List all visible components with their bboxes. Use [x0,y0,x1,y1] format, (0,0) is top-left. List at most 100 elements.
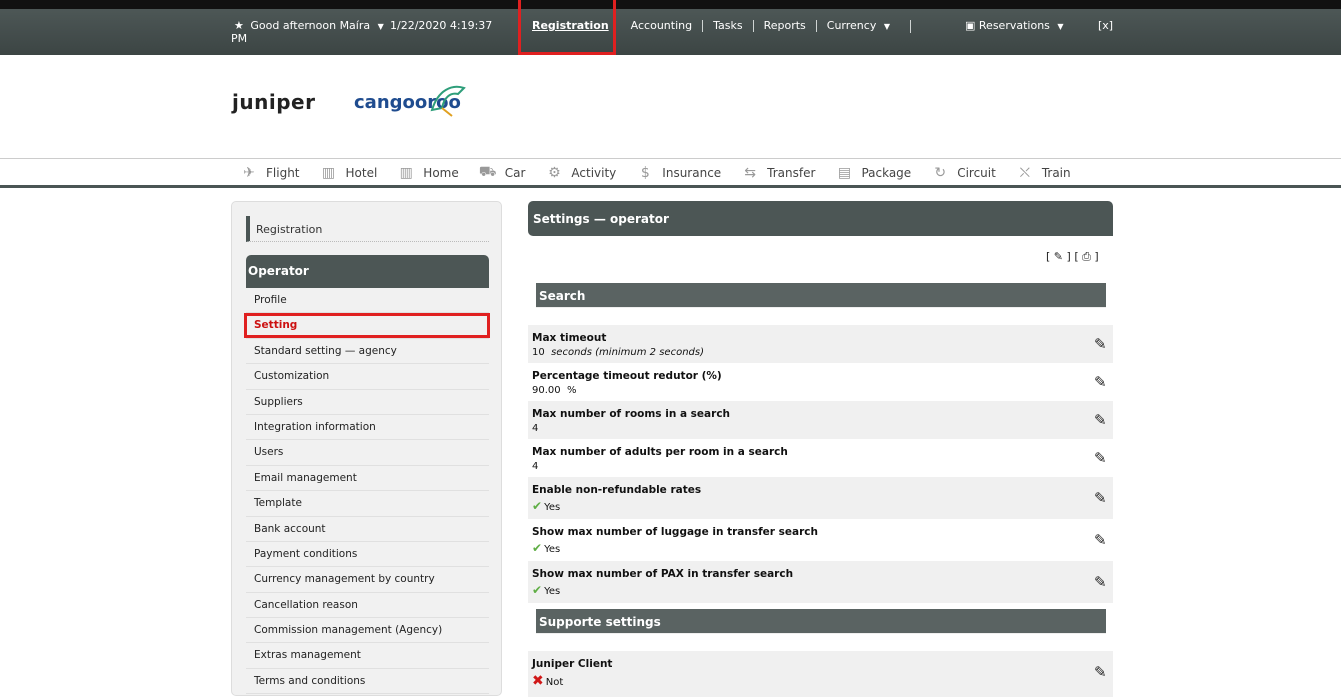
product-label: Activity [571,166,617,180]
product-circuit[interactable]: ↻ Circuit [931,164,996,182]
sidebar-item-suppliers[interactable]: Suppliers [246,390,489,415]
setting-row: Max timeout 10 seconds (minimum 2 second… [528,325,1113,363]
settings-panel: Search Max timeout 10 seconds (minimum 2… [528,277,1113,697]
setting-value: Not [545,677,564,688]
printer-icon: ⎙ [1082,250,1091,263]
sidebar-item-customization[interactable]: Customization [246,364,489,390]
setting-title: Max number of adults per room in a searc… [532,446,788,458]
sidebar-menu: Profile Setting Standard setting — agenc… [246,288,489,695]
sidebar-item-commission-management[interactable]: Commission management (Agency) [246,618,489,644]
product-nav: ✈ Flight ▥ Hotel ▥ Home ⛟ Car ⚙ Activity $ Ins… [0,158,1341,188]
pencil-icon: ✎ [1053,250,1064,263]
chevron-down-icon: ▼ [377,22,384,31]
edit-pencil-icon[interactable]: ✎ [1094,411,1107,429]
sidebar-item-standard-setting-agency[interactable]: Standard setting — agency [246,339,489,365]
product-activity[interactable]: ⚙ Activity [545,164,616,182]
sidebar-item-profile[interactable]: Profile [246,288,489,314]
product-label: Insurance [662,166,722,180]
product-label: Train [1041,166,1071,180]
sidebar-item-terms-and-conditions[interactable]: Terms and conditions [246,669,489,695]
section-header-search: Search [536,283,1106,308]
edit-pencil-icon[interactable]: ✎ [1094,449,1107,467]
setting-row: Show max number of luggage in transfer s… [528,519,1113,561]
chevron-down-icon: ▼ [883,21,890,31]
current-datetime: 1/22/2020 4:19:37 [390,19,493,32]
product-label: Package [861,166,912,180]
edit-pencil-icon[interactable]: ✎ [1094,335,1107,353]
sidebar-item-payment-conditions[interactable]: Payment conditions [246,542,489,568]
product-label: Car [504,166,526,180]
setting-row: Max number of rooms in a search 4 ✎ [528,401,1113,439]
edit-pencil-icon[interactable]: ✎ [1094,663,1107,681]
product-label: Home [423,166,459,180]
edit-pencil-icon[interactable]: ✎ [1094,573,1107,591]
nav-accounting[interactable]: Accounting [621,20,704,32]
sidebar-breadcrumb[interactable]: Registration [246,216,489,242]
sidebar-item-cancellation-reason[interactable]: Cancellation reason [246,593,489,619]
circuit-icon: ↻ [934,165,947,181]
sidebar-item-bank-account[interactable]: Bank account [246,517,489,542]
edit-button[interactable]: [ ✎ ] [1046,250,1071,263]
section-header-support: Supporte settings [536,609,1106,634]
sidebar-item-integration-information[interactable]: Integration information [246,415,489,441]
setting-title: Max number of rooms in a search [532,408,731,420]
product-insurance[interactable]: $ Insurance [636,164,721,182]
setting-row: Juniper Client ✖ Not ✎ [528,651,1113,697]
print-button[interactable]: [ ⎙ ] [1074,250,1098,263]
brand-logos: juniper cangooroo [232,80,472,130]
sidebar: Registration Operator Profile Setting St… [231,201,502,696]
datetime-suffix: PM [231,32,248,45]
nav-tasks[interactable]: Tasks [703,20,754,32]
setting-title: Percentage timeout redutor (%) [532,370,722,382]
setting-row: Enable non-refundable rates ✔ Yes ✎ [528,477,1113,519]
product-hotel[interactable]: ▥ Hotel [320,164,378,182]
edit-pencil-icon[interactable]: ✎ [1094,373,1107,391]
setting-value: 10 [532,347,545,358]
sidebar-item-users[interactable]: Users [246,440,489,466]
toolbar: [ ✎ ] [ ⎙ ] [1046,250,1099,264]
nav-reports[interactable]: Reports [754,20,817,32]
product-train[interactable]: ⛌ Train [1016,164,1071,182]
top-bar: ★ Good afternoon Maíra ▼ 1/22/2020 4:19:… [0,9,1341,55]
sidebar-item-email-management[interactable]: Email management [246,466,489,492]
nav-currency[interactable]: Currency ▼ [817,19,911,33]
close-button[interactable]: [x] [1098,19,1113,32]
reservations-menu[interactable]: ▣ Reservations ▼ [965,19,1064,32]
product-label: Hotel [345,166,378,180]
setting-title: Show max number of PAX in transfer searc… [532,568,794,580]
edit-pencil-icon[interactable]: ✎ [1094,531,1107,549]
edit-pencil-icon[interactable]: ✎ [1094,489,1107,507]
sidebar-item-template[interactable]: Template [246,491,489,517]
product-package[interactable]: ▤ Package [835,164,911,182]
product-label: Flight [266,166,300,180]
plane-icon: ✈ [243,165,255,181]
kangaroo-icon [430,85,466,117]
setting-value: Yes [544,544,561,555]
product-car[interactable]: ⛟ Car [478,164,526,182]
setting-title: Max timeout [532,332,607,344]
setting-note: seconds (minimum 2 seconds) [551,347,704,358]
sidebar-item-extras-management[interactable]: Extras management [246,643,489,669]
setting-value: 4 [532,423,539,434]
juniper-logo: juniper [232,90,316,114]
product-label: Transfer [767,166,816,180]
setting-highlight-box [244,313,490,338]
sidebar-item-currency-management[interactable]: Currency management by country [246,567,489,593]
product-transfer[interactable]: ⇆ Transfer [741,164,815,182]
home-icon: ▥ [399,165,413,181]
product-home[interactable]: ▥ Home [397,164,459,182]
registration-highlight-box [518,0,616,55]
greeting-menu[interactable]: ★ Good afternoon Maíra ▼ [234,19,384,32]
setting-title: Juniper Client [532,658,613,670]
setting-value: Yes [544,586,561,597]
dollar-icon: $ [640,165,650,181]
setting-title: Show max number of luggage in transfer s… [532,526,818,538]
product-flight[interactable]: ✈ Flight [240,164,300,182]
check-icon: ✔ [532,541,543,555]
setting-value: 4 [532,461,539,472]
document-icon: ▣ [965,19,976,32]
car-icon: ⛟ [478,164,497,180]
top-strip [0,0,1341,9]
activity-icon: ⚙ [548,165,561,181]
building-icon: ▥ [321,165,336,181]
